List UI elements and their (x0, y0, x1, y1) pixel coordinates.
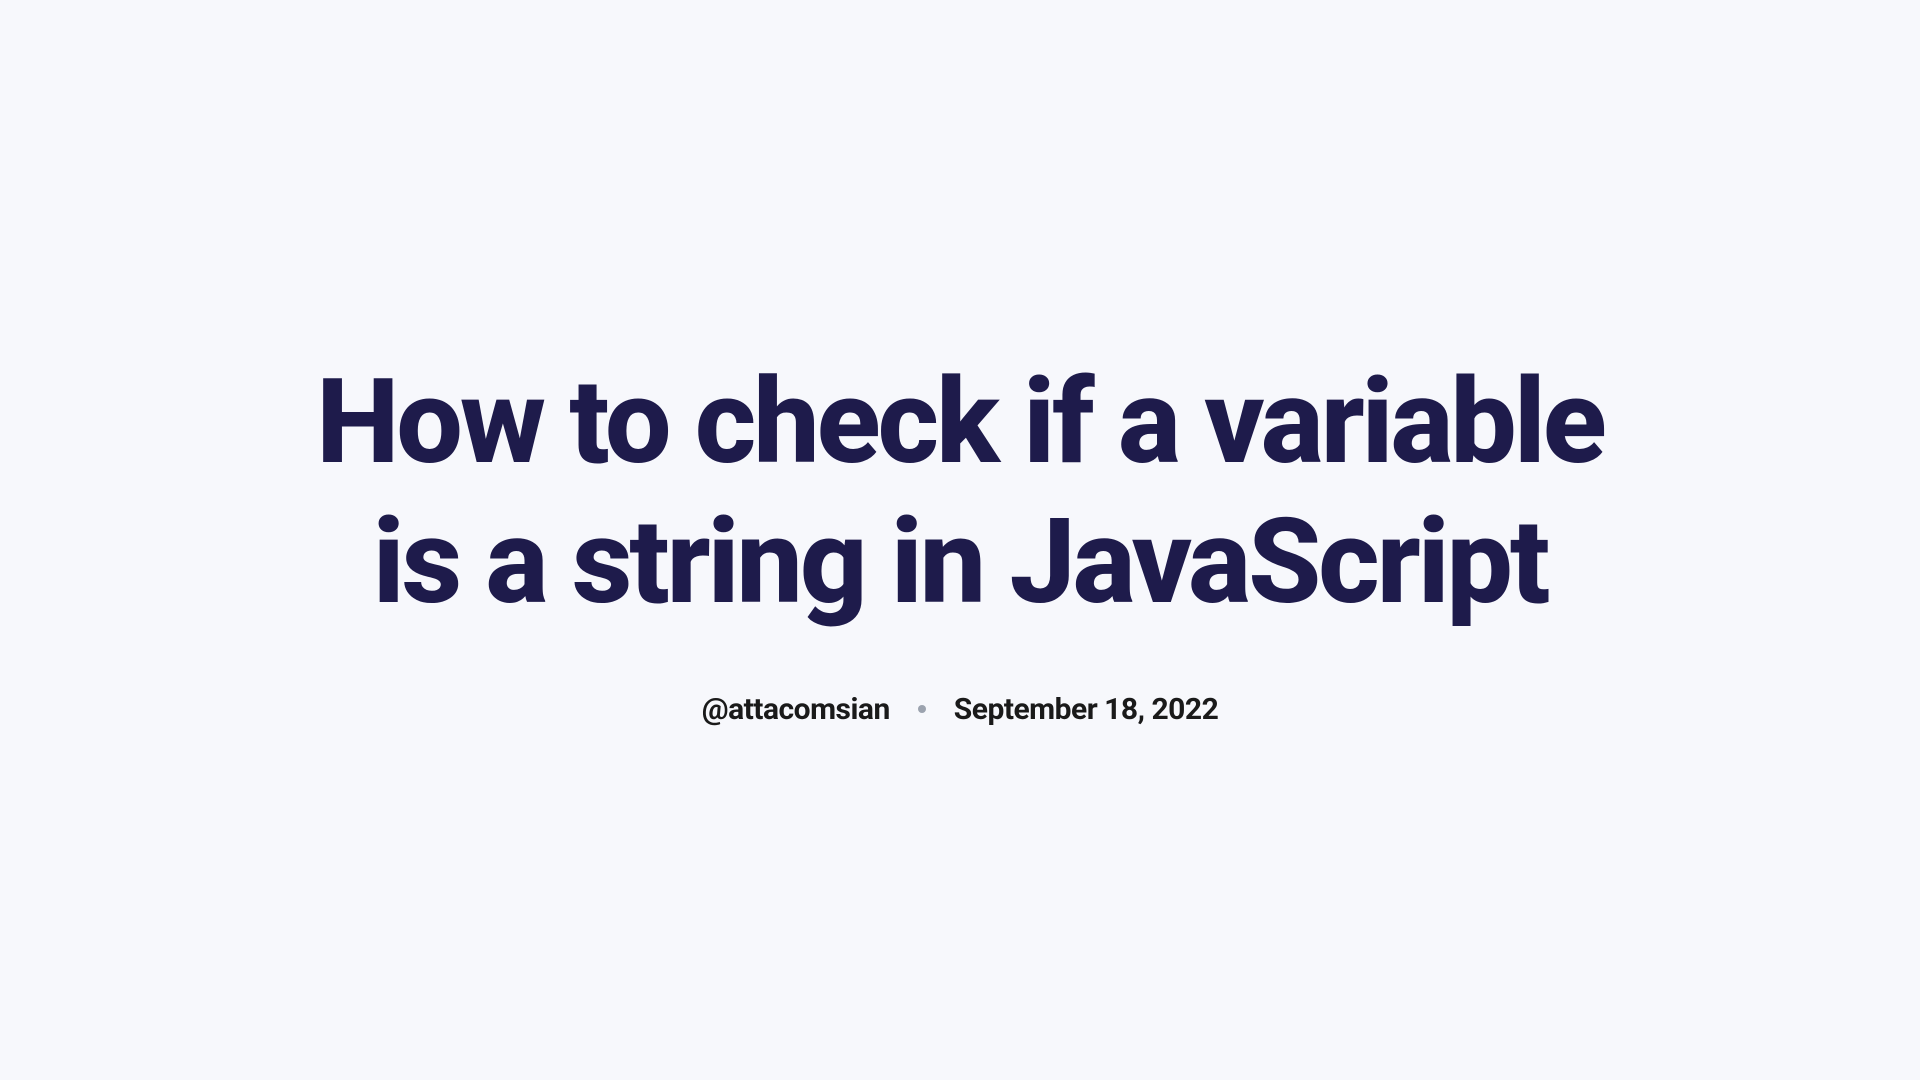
author-handle[interactable]: @attacomsian (702, 692, 890, 727)
article-header: How to check if a variable is a string i… (260, 353, 1660, 726)
article-title: How to check if a variable is a string i… (260, 353, 1660, 631)
article-meta: @attacomsian September 18, 2022 (702, 692, 1219, 727)
publish-date: September 18, 2022 (954, 692, 1219, 727)
separator-dot (918, 705, 926, 713)
